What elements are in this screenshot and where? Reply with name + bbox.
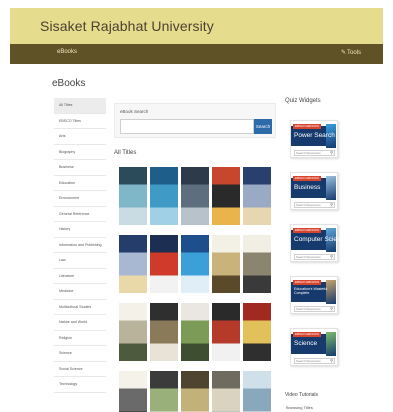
sidebar-item[interactable]: All Titles bbox=[54, 98, 106, 114]
widget-tag: EBSCO EBOOKS bbox=[293, 176, 322, 181]
book-cover[interactable] bbox=[243, 371, 271, 412]
sidebar-item[interactable]: Science bbox=[54, 346, 106, 362]
all-titles-heading: All Titles bbox=[114, 150, 137, 156]
book-cover[interactable] bbox=[119, 167, 147, 225]
book-cover[interactable] bbox=[243, 303, 271, 361]
sidebar-item[interactable]: EBSCO Titles bbox=[54, 113, 106, 129]
ebook-search-panel: eBook Search Search bbox=[114, 103, 276, 138]
sidebar-item[interactable]: History bbox=[54, 222, 106, 238]
widget-search-placeholder: Search Resources bbox=[296, 151, 321, 155]
sidebar-item[interactable]: Arts bbox=[54, 129, 106, 145]
widgets-heading: Quiz Widgets bbox=[285, 98, 321, 104]
widget-tag: EBSCO EBOOKS bbox=[293, 228, 322, 233]
wrench-icon: ✎ bbox=[341, 50, 347, 56]
video-tutorial-link[interactable]: Browsing Titles bbox=[286, 405, 313, 410]
ebook-widget[interactable]: EBSCO EBOOKS Power Search Search Resources… bbox=[290, 120, 338, 158]
widget-search-field[interactable]: Search Resources ⚲ bbox=[294, 306, 335, 312]
book-cover[interactable] bbox=[181, 235, 209, 293]
widget-search-placeholder: Search Resources bbox=[296, 203, 321, 207]
widget-title: Power Search bbox=[294, 132, 335, 139]
widget-title: Education's Wasteful Complete bbox=[294, 287, 328, 296]
category-sidebar: All Titles EBSCO Titles Arts Biography Busin… bbox=[54, 98, 106, 393]
widget-search-placeholder: Search Resources bbox=[296, 359, 321, 363]
sidebar-item[interactable]: Social Science bbox=[54, 361, 106, 377]
ebook-widget[interactable]: EBSCO EBOOKS Education's Wasteful Complet… bbox=[290, 276, 338, 314]
nav-bar: eBooks ✎Tools bbox=[10, 44, 383, 64]
widget-title: Business bbox=[294, 184, 321, 191]
widget-search-field[interactable]: Search Resources ⚲ bbox=[294, 254, 335, 260]
sidebar-item[interactable]: Literature bbox=[54, 268, 106, 284]
widget-tag: EBSCO EBOOKS bbox=[293, 332, 322, 337]
ebook-widget[interactable]: EBSCO EBOOKS Science Search Resources ⚲ bbox=[290, 328, 338, 366]
ebook-widget[interactable]: EBSCO EBOOKS Computer Science Search Resou… bbox=[290, 224, 348, 262]
book-cover[interactable] bbox=[119, 371, 147, 412]
sidebar-item[interactable]: Education bbox=[54, 175, 106, 191]
ebook-widget[interactable]: EBSCO EBOOKS Business Search Resources ⚲ bbox=[290, 172, 338, 210]
widget-tag: EBSCO EBOOKS bbox=[293, 280, 322, 285]
search-icon[interactable]: ⚲ bbox=[330, 255, 333, 259]
sidebar-item[interactable]: Religion bbox=[54, 330, 106, 346]
search-icon[interactable]: ⚲ bbox=[330, 151, 333, 155]
nav-tools[interactable]: ✎Tools bbox=[341, 49, 361, 56]
book-cover[interactable] bbox=[181, 371, 209, 412]
search-icon[interactable]: ⚲ bbox=[330, 203, 333, 207]
widget-title: Computer Science bbox=[294, 236, 348, 243]
sidebar-item[interactable]: Environment bbox=[54, 191, 106, 207]
book-cover[interactable] bbox=[119, 303, 147, 361]
book-cover[interactable] bbox=[212, 371, 240, 412]
book-cover[interactable] bbox=[181, 303, 209, 361]
widget-search-placeholder: Search Resources bbox=[296, 255, 321, 259]
sidebar-item[interactable]: Multicultural Studies bbox=[54, 299, 106, 315]
widget-search-placeholder: Search Resources bbox=[296, 307, 321, 311]
book-cover[interactable] bbox=[150, 235, 178, 293]
sidebar-item[interactable]: Technology bbox=[54, 377, 106, 393]
book-cover[interactable] bbox=[181, 167, 209, 225]
sidebar-item[interactable]: Medicine bbox=[54, 284, 106, 300]
search-button[interactable]: Search bbox=[254, 119, 272, 134]
site-title[interactable]: Sisaket Rajabhat University bbox=[40, 18, 214, 34]
nav-item-ebooks[interactable]: eBooks bbox=[57, 49, 77, 55]
search-input[interactable] bbox=[120, 119, 254, 134]
sidebar-item[interactable]: Biography bbox=[54, 144, 106, 160]
widget-search-field[interactable]: Search Resources ⚲ bbox=[294, 150, 335, 156]
book-cover[interactable] bbox=[212, 167, 240, 225]
book-cover[interactable] bbox=[243, 167, 271, 225]
book-cover[interactable] bbox=[212, 235, 240, 293]
search-icon[interactable]: ⚲ bbox=[330, 307, 333, 311]
sidebar-item[interactable]: Business bbox=[54, 160, 106, 176]
book-cover[interactable] bbox=[150, 167, 178, 225]
book-cover[interactable] bbox=[119, 235, 147, 293]
nav-tools-label: Tools bbox=[347, 50, 362, 56]
widget-search-field[interactable]: Search Resources ⚲ bbox=[294, 202, 335, 208]
widget-search-field[interactable]: Search Resources ⚲ bbox=[294, 358, 335, 364]
sidebar-item[interactable]: Information and Publishing bbox=[54, 237, 106, 253]
book-cover[interactable] bbox=[150, 303, 178, 361]
widget-tag: EBSCO EBOOKS bbox=[293, 124, 322, 129]
video-tutorials-heading: Video Tutorials bbox=[285, 392, 318, 398]
book-cover[interactable] bbox=[212, 303, 240, 361]
search-label: eBook Search bbox=[120, 109, 149, 114]
book-cover[interactable] bbox=[243, 235, 271, 293]
page-title: eBooks bbox=[52, 78, 86, 89]
sidebar-item[interactable]: Nature and World bbox=[54, 315, 106, 331]
book-cover[interactable] bbox=[150, 371, 178, 412]
sidebar-item[interactable]: General Reference bbox=[54, 206, 106, 222]
widget-title: Science bbox=[294, 340, 318, 347]
sidebar-item[interactable]: Law bbox=[54, 253, 106, 269]
search-icon[interactable]: ⚲ bbox=[330, 359, 333, 363]
